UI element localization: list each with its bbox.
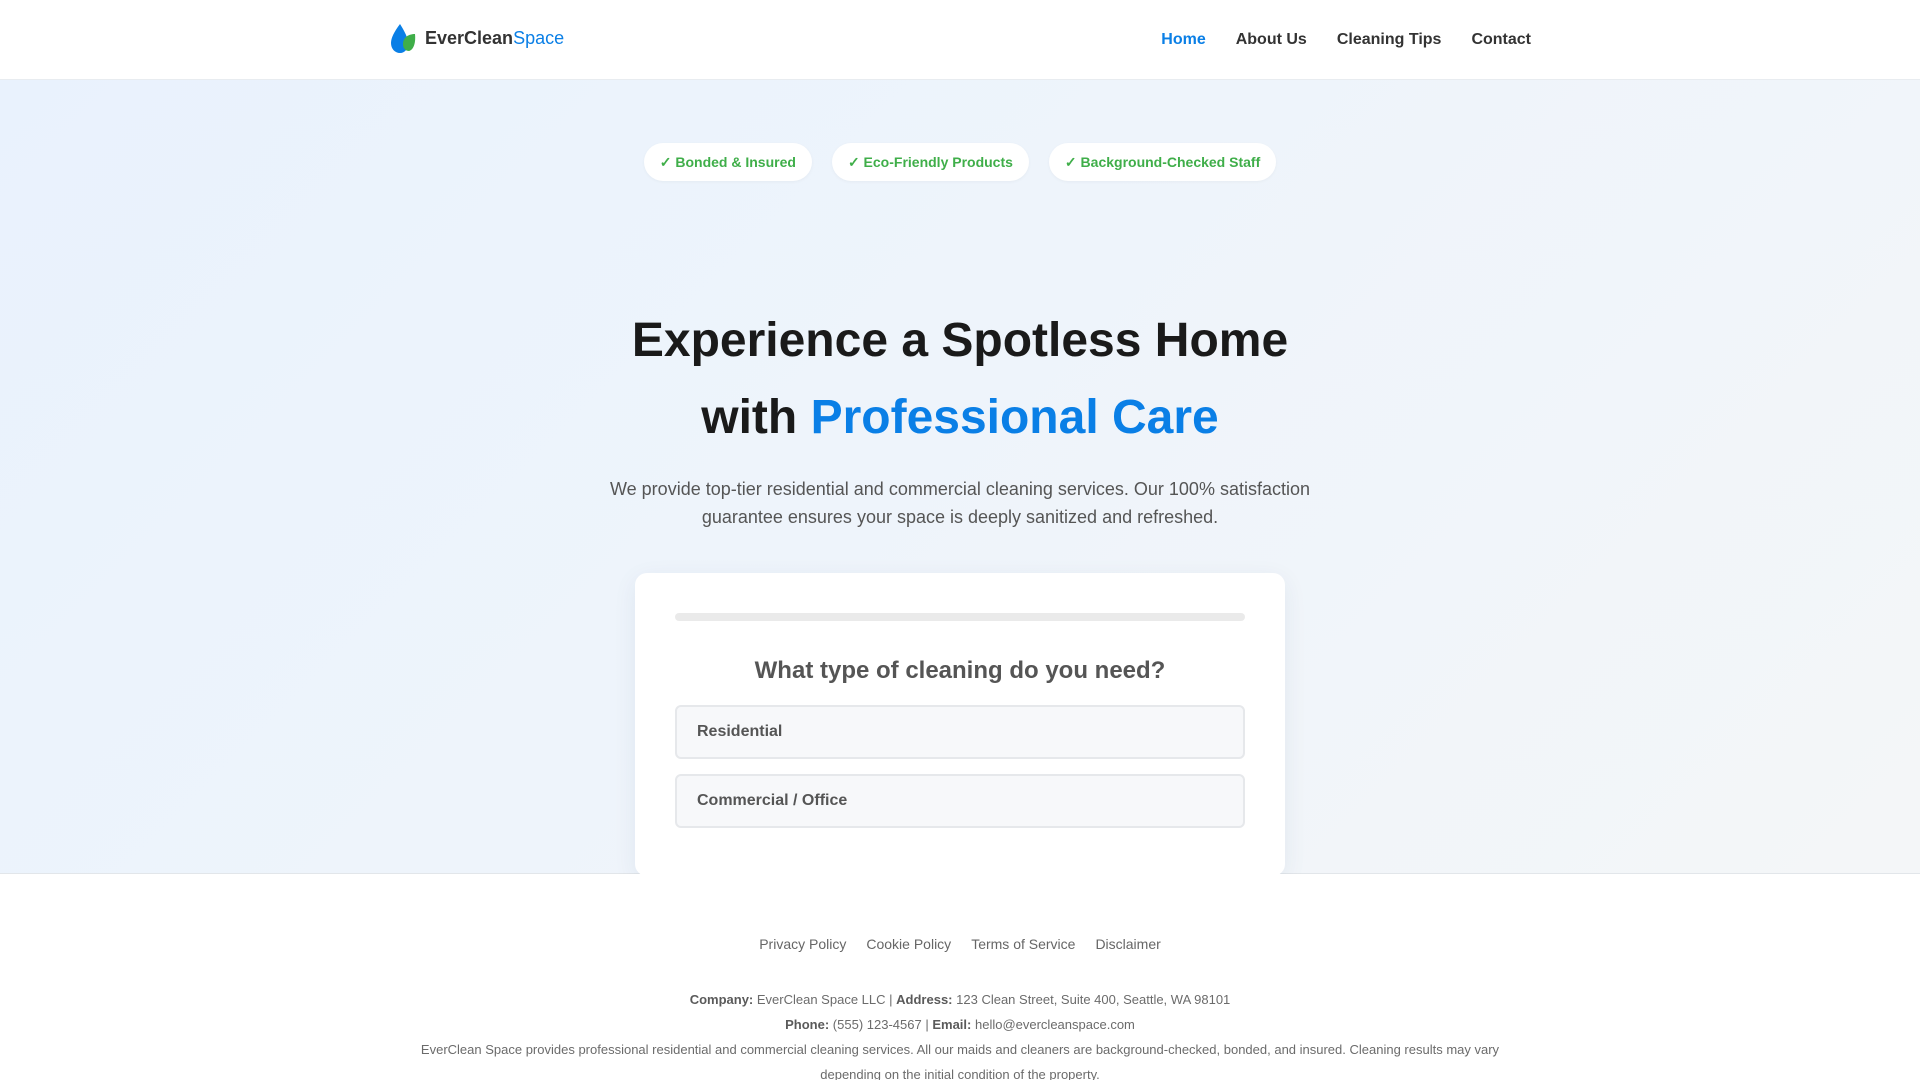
nav-link-about-us[interactable]: About Us <box>1236 31 1307 49</box>
footer-link-cookie-policy[interactable]: Cookie Policy <box>866 936 951 952</box>
nav-link-cleaning-tips[interactable]: Cleaning Tips <box>1337 31 1442 49</box>
option-residential[interactable]: Residential <box>675 705 1245 759</box>
separator: | <box>925 1017 929 1032</box>
separator: | <box>889 992 893 1007</box>
brand-name-part2: Space <box>513 27 565 48</box>
company-label: Company: <box>689 992 754 1007</box>
phone-label: Phone: <box>785 1017 830 1032</box>
email-value: hello@evercleanspace.com <box>974 1017 1135 1032</box>
footer-links: Privacy Policy Cookie Policy Terms of Se… <box>0 936 1920 952</box>
footer-link-terms-of-service[interactable]: Terms of Service <box>971 936 1075 952</box>
badge-eco-friendly: ✓ Eco-Friendly Products <box>831 143 1029 181</box>
phone-value: (555) 123-4567 <box>832 1017 922 1032</box>
trust-badges: ✓ Bonded & Insured ✓ Eco-Friendly Produc… <box>0 143 1920 181</box>
headline-line2-prefix: with <box>701 391 811 444</box>
quiz-progress-bar <box>675 613 1245 621</box>
nav-link-home[interactable]: Home <box>1161 31 1205 49</box>
address-value: 123 Clean Street, Suite 400, Seattle, WA… <box>956 992 1231 1007</box>
hero-headline: Experience a Spotless Home with Professi… <box>0 302 1920 456</box>
company-value: EverClean Space LLC <box>756 992 886 1007</box>
email-label: Email: <box>932 1017 972 1032</box>
badge-background-checked: ✓ Background-Checked Staff <box>1048 143 1277 181</box>
hero-section: ✓ Bonded & Insured ✓ Eco-Friendly Produc… <box>0 80 1920 876</box>
option-commercial-office[interactable]: Commercial / Office <box>675 774 1245 828</box>
quote-quiz-card: What type of cleaning do you need? Resid… <box>635 573 1285 876</box>
brand-name-part1: EverClean <box>425 27 514 48</box>
footer-link-disclaimer[interactable]: Disclaimer <box>1095 936 1160 952</box>
address-label: Address: <box>896 992 953 1007</box>
badge-bonded-insured: ✓ Bonded & Insured <box>643 143 812 181</box>
footer-link-privacy-policy[interactable]: Privacy Policy <box>759 936 846 952</box>
site-footer: Privacy Policy Cookie Policy Terms of Se… <box>0 874 1920 1080</box>
header-inner: EverCleanSpace Home About Us Cleaning Ti… <box>385 0 1535 80</box>
headline-line2-accent: Professional Care <box>810 391 1219 444</box>
quiz-question: What type of cleaning do you need? <box>754 657 1166 684</box>
brand-logo[interactable]: EverCleanSpace <box>389 22 564 54</box>
footer-company-info: Company: EverClean Space LLC | Address: … <box>390 987 1530 1080</box>
footer-line-contact: Phone: (555) 123-4567 | Email: hello@eve… <box>390 1012 1530 1037</box>
hero-subtext: We provide top-tier residential and comm… <box>610 479 1310 527</box>
brand-name: EverCleanSpace <box>425 28 564 49</box>
main-nav: Home About Us Cleaning Tips Contact <box>1161 31 1531 49</box>
headline-line1: Experience a Spotless Home <box>631 314 1289 367</box>
site-header: EverCleanSpace Home About Us Cleaning Ti… <box>0 0 1920 80</box>
footer-disclaimer: EverClean Space provides professional re… <box>420 1042 1500 1080</box>
footer-line-company: Company: EverClean Space LLC | Address: … <box>390 987 1530 1012</box>
leaf-drop-icon <box>391 24 416 53</box>
nav-link-contact[interactable]: Contact <box>1471 31 1531 49</box>
